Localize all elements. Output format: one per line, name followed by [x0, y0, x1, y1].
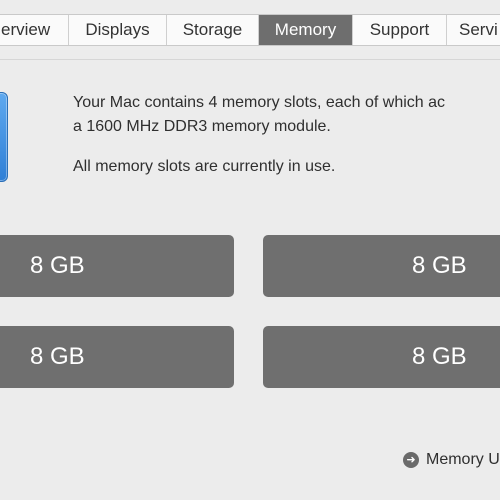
memory-slot-3: 8 GB	[0, 326, 234, 388]
memory-upgrade-link-label: Memory U	[426, 451, 500, 468]
tab-support[interactable]: Support	[353, 15, 447, 45]
tab-service[interactable]: Servi	[447, 15, 500, 45]
memory-slot-2: 8 GB	[263, 235, 500, 297]
tab-overview[interactable]: erview	[0, 15, 69, 45]
tab-divider	[0, 59, 500, 60]
memory-description-line-2: a 1600 MHz DDR3 memory module.	[73, 118, 331, 135]
memory-slot-status: All memory slots are currently in use.	[73, 158, 336, 175]
memory-description-line-1: Your Mac contains 4 memory slots, each o…	[73, 94, 446, 111]
memory-icon	[0, 92, 8, 182]
memory-slot-4: 8 GB	[263, 326, 500, 388]
tab-storage[interactable]: Storage	[167, 15, 259, 45]
tab-displays[interactable]: Displays	[69, 15, 167, 45]
tab-memory[interactable]: Memory	[259, 15, 353, 45]
arrow-right-circle-icon: ➜	[403, 452, 419, 468]
memory-slot-1: 8 GB	[0, 235, 234, 297]
about-this-mac-window: erview Displays Storage Memory Support S…	[0, 0, 500, 500]
memory-upgrade-link[interactable]: ➜ Memory U	[403, 449, 500, 471]
tab-bar: erview Displays Storage Memory Support S…	[0, 14, 500, 46]
